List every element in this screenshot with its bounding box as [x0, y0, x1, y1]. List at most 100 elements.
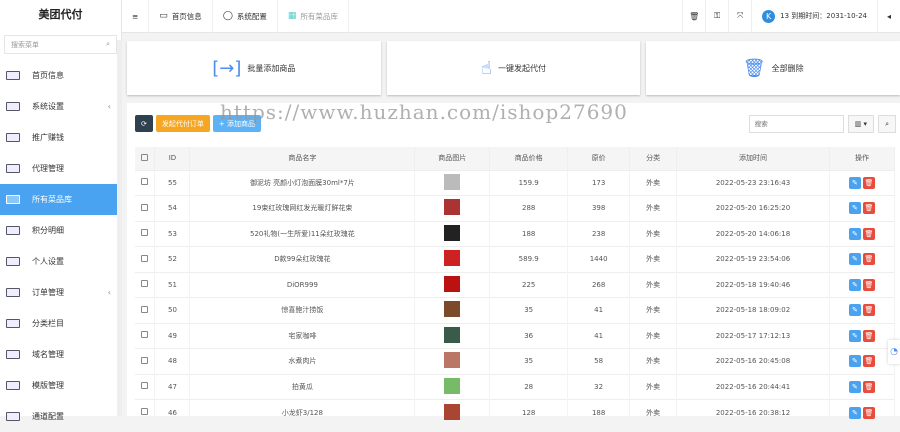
delete-button[interactable]: 🗑	[862, 202, 875, 215]
sidebar-item[interactable]: 模版管理	[0, 370, 121, 401]
delete-button[interactable]: 🗑	[862, 278, 875, 291]
row-checkbox[interactable]	[135, 348, 156, 374]
column-header[interactable]: 操作	[829, 147, 896, 170]
row-checkbox[interactable]	[135, 220, 156, 247]
cell-original-price: 268	[567, 271, 631, 298]
sidebar-item[interactable]: 首页信息	[0, 60, 121, 91]
batch-add-card[interactable]: [→] 批量添加商品	[127, 41, 381, 95]
edit-button[interactable]: ✎	[848, 355, 861, 368]
cell-original-price: 173	[567, 169, 631, 196]
search-button[interactable]: ⌕	[878, 115, 896, 133]
sidebar-item[interactable]: 所有菜品库	[0, 184, 121, 215]
table-row: 48 水煮肉片 35 58 外卖 2022-05-16 20:45:08 ✎ 🗑	[135, 348, 896, 374]
create-order-button[interactable]: 发起代付订单	[155, 115, 210, 132]
sidebar-item[interactable]: 通道配置	[0, 401, 121, 432]
product-thumbnail[interactable]	[444, 403, 461, 420]
product-thumbnail[interactable]	[444, 275, 461, 292]
row-checkbox[interactable]	[135, 169, 156, 196]
column-header[interactable]: 添加时间	[676, 147, 830, 170]
sidebar-item[interactable]: 推广赚钱	[0, 122, 121, 153]
delete-button[interactable]: 🗑	[862, 329, 875, 342]
user-menu[interactable]: K 13 到期时间：2031-10-24	[751, 0, 877, 33]
row-checkbox[interactable]	[135, 246, 156, 272]
edit-button[interactable]: ✎	[848, 202, 861, 215]
edit-button[interactable]: ✎	[848, 380, 861, 393]
delete-button[interactable]: 🗑	[862, 253, 875, 266]
product-thumbnail[interactable]	[444, 377, 461, 394]
tab-home[interactable]: ▭ 首页信息	[149, 0, 213, 33]
cell-id: 51	[154, 271, 191, 298]
row-checkbox[interactable]	[135, 271, 156, 298]
edit-button[interactable]: ✎	[848, 227, 861, 240]
row-checkbox[interactable]	[135, 399, 156, 425]
column-header[interactable]: 商品名字	[189, 147, 416, 170]
fullscreen-icon[interactable]: ⤧	[728, 0, 751, 33]
row-checkbox[interactable]	[135, 195, 156, 221]
select-all-checkbox[interactable]	[135, 147, 156, 170]
edit-button[interactable]: ✎	[848, 304, 861, 317]
row-checkbox[interactable]	[135, 297, 156, 323]
delete-button[interactable]: 🗑	[862, 176, 875, 189]
row-checkbox[interactable]	[135, 373, 156, 400]
trash-icon: 🗑	[742, 57, 766, 79]
more-icon[interactable]: ◂	[877, 0, 900, 33]
sidebar-item[interactable]: 代理管理	[0, 153, 121, 184]
table-row: 49 宅家咖啡 36 41 外卖 2022-05-17 17:12:13 ✎ 🗑	[135, 322, 896, 349]
delete-button[interactable]: 🗑	[862, 355, 875, 368]
column-header[interactable]: 商品图片	[414, 147, 491, 170]
edit-button[interactable]: ✎	[848, 176, 861, 189]
sidebar-item[interactable]: 订单管理 ‹	[0, 277, 121, 308]
cell-price: 35	[489, 297, 569, 323]
menu-icon	[6, 319, 20, 328]
delete-button[interactable]: 🗑	[862, 406, 875, 419]
column-header[interactable]: 分类	[629, 147, 678, 170]
columns-toggle-button[interactable]: ▥ ▾	[847, 115, 875, 133]
menu-search-input[interactable]: 搜索菜单 ⌕	[4, 35, 117, 54]
delete-all-card[interactable]: 🗑 全部删除	[646, 41, 900, 95]
cell-category: 外卖	[629, 348, 678, 374]
add-product-button[interactable]: + 添加商品	[212, 115, 261, 132]
sidebar-item-label: 个人设置	[32, 257, 64, 266]
cell-time: 2022-05-23 23:16:43	[676, 169, 830, 196]
sidebar-item[interactable]: 域名管理	[0, 339, 121, 370]
float-widget-icon[interactable]: ◔	[888, 340, 900, 364]
sidebar-item[interactable]: 分类栏目	[0, 308, 121, 339]
delete-button[interactable]: 🗑	[862, 304, 875, 317]
tab-dishes[interactable]: ▦ 所有菜品库	[278, 0, 349, 33]
tab-system[interactable]: ◯ 系统配置	[213, 0, 278, 33]
product-thumbnail[interactable]	[444, 250, 461, 267]
import-icon: [→]	[212, 57, 242, 79]
edit-button[interactable]: ✎	[848, 278, 861, 291]
cell-id: 53	[154, 220, 191, 247]
cell-image	[414, 322, 491, 349]
product-thumbnail[interactable]	[444, 173, 461, 190]
table-search-input[interactable]	[748, 115, 844, 133]
table-row: 50 惊喜鲍汁捞饭 35 41 外卖 2022-05-18 18:09:02 ✎…	[135, 297, 896, 323]
tab-label: 系统配置	[236, 11, 267, 21]
edit-button[interactable]: ✎	[848, 406, 861, 419]
product-thumbnail[interactable]	[444, 301, 461, 318]
trash-icon[interactable]: 🗑	[682, 0, 705, 33]
delete-button[interactable]: 🗑	[862, 380, 875, 393]
refresh-button[interactable]: ⟳	[135, 115, 153, 132]
product-thumbnail[interactable]	[444, 326, 461, 343]
edit-button[interactable]: ✎	[848, 253, 861, 266]
product-thumbnail[interactable]	[444, 199, 461, 216]
product-thumbnail[interactable]	[444, 352, 461, 369]
edit-button[interactable]: ✎	[848, 329, 861, 342]
column-header[interactable]: ID	[154, 147, 191, 170]
menu-toggle-button[interactable]: ≡	[122, 0, 150, 33]
row-checkbox[interactable]	[135, 322, 156, 349]
sidebar-item[interactable]: 积分明细	[0, 215, 121, 246]
product-thumbnail[interactable]	[444, 224, 461, 241]
delete-button[interactable]: 🗑	[862, 227, 875, 240]
column-header[interactable]: 原价	[567, 147, 631, 170]
cell-price: 159.9	[489, 169, 569, 196]
column-header[interactable]: 商品价格	[489, 147, 569, 170]
sidebar-item[interactable]: 系统设置 ‹	[0, 91, 121, 122]
user-expiry: 13 到期时间：2031-10-24	[780, 12, 867, 20]
sidebar-item[interactable]: 个人设置	[0, 246, 121, 277]
lock-icon[interactable]: ⚿	[705, 0, 728, 33]
sidebar-scrollbar[interactable]	[117, 40, 122, 416]
one-click-pay-card[interactable]: ☝ 一键发起代付	[386, 41, 641, 95]
